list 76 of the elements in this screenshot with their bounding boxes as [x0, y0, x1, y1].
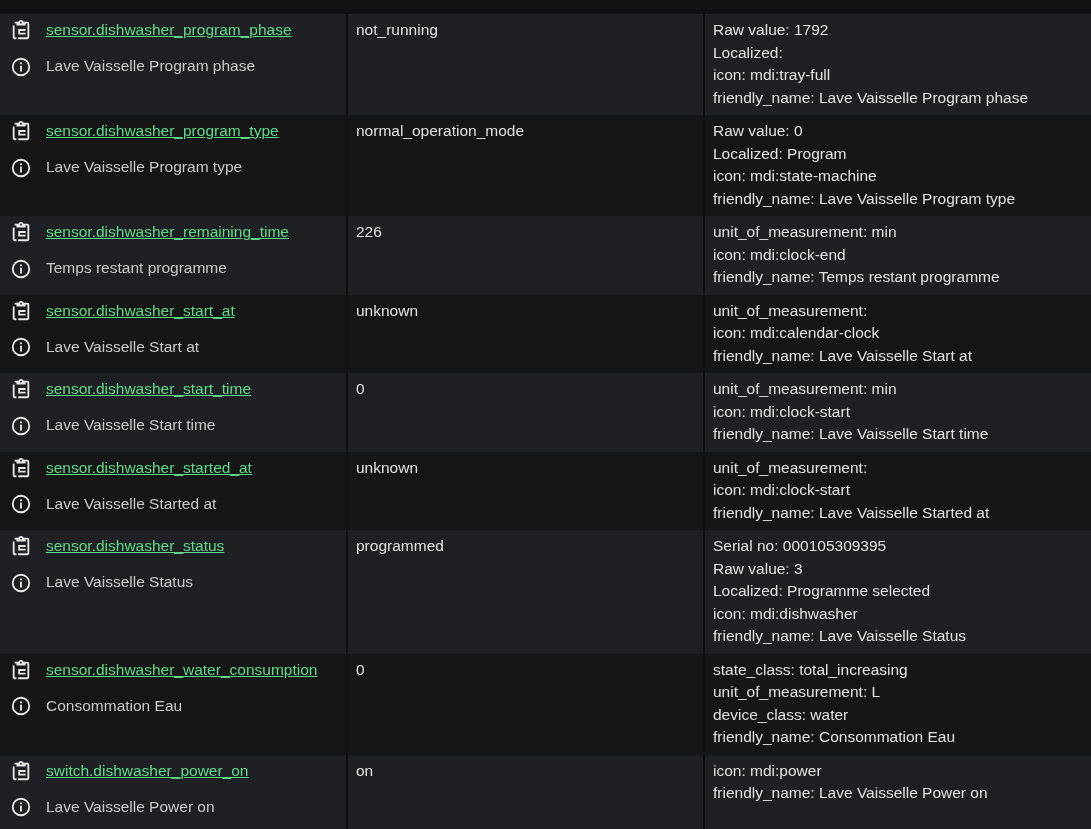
attribute-text: unit_of_measurement: min	[713, 222, 898, 242]
entity-id-link[interactable]: sensor.dishwasher_started_at	[46, 456, 252, 479]
state-value: unknown	[356, 300, 420, 321]
state-value: on	[356, 760, 375, 781]
attribute-text: Localized:	[713, 42, 784, 63]
state-value: 0	[356, 379, 366, 399]
clipboard-icon[interactable]	[10, 19, 32, 42]
attribute-text: Raw value: 0	[713, 121, 804, 141]
attribute-text: friendly_name: Lave Vaisselle Start time	[713, 424, 990, 444]
attribute-text: icon: mdi:state-machine	[713, 166, 878, 186]
attribute-text: Raw value: 3	[713, 558, 804, 579]
attribute-text: friendly_name: Temps restant programme	[713, 267, 1001, 287]
state-value: 226	[356, 222, 383, 242]
entity-id-link[interactable]: sensor.dishwasher_start_time	[46, 378, 252, 401]
attribute-text: Localized: Program	[713, 143, 848, 164]
entity-id-link[interactable]: sensor.dishwasher_start_at	[46, 299, 235, 322]
state-value: 0	[356, 659, 366, 680]
attribute-text: icon: mdi:clock-start	[713, 480, 851, 500]
entity-name: Lave Vaisselle Program type	[46, 157, 243, 178]
clipboard-icon[interactable]	[10, 378, 32, 401]
entity-name: Lave Vaisselle Start at	[46, 336, 200, 357]
entity-id-link[interactable]: sensor.dishwasher_remaining_time	[46, 221, 289, 244]
attribute-text: unit_of_measurement:	[713, 300, 869, 321]
clipboard-icon[interactable]	[10, 759, 32, 782]
attribute-text: unit_of_measurement: L	[713, 682, 882, 702]
attribute-text: friendly_name: Lave Vaisselle Power on	[713, 783, 989, 803]
attribute-text: icon: mdi:clock-start	[713, 401, 851, 422]
attribute-text: friendly_name: Lave Vaisselle Started at	[713, 502, 991, 523]
state-value: not_running	[356, 20, 439, 40]
attribute-text: icon: mdi:dishwasher	[713, 603, 859, 624]
info-icon[interactable]	[10, 414, 32, 437]
entity-name: Lave Vaisselle Program phase	[46, 56, 256, 77]
info-icon[interactable]	[10, 796, 32, 818]
state-value: unknown	[356, 457, 420, 478]
info-icon[interactable]	[10, 571, 32, 594]
entity-id-link[interactable]: sensor.dishwasher_program_type	[46, 120, 279, 143]
state-value: normal_operation_mode	[356, 121, 526, 141]
attribute-text: icon: mdi:tray-full	[713, 65, 832, 85]
entity-name: Lave Vaisselle Power on	[46, 796, 215, 817]
clipboard-icon[interactable]	[10, 299, 32, 322]
attribute-text: icon: mdi:power	[713, 760, 823, 781]
entity-id-link[interactable]: sensor.dishwasher_status	[46, 535, 225, 558]
attribute-text: friendly_name: Lave Vaisselle Program type	[713, 188, 1017, 209]
info-icon[interactable]	[10, 257, 32, 280]
attribute-text: friendly_name: Lave Vaisselle Program phase	[713, 87, 1030, 108]
entity-name: Lave Vaisselle Started at	[46, 493, 217, 514]
attribute-text: icon: mdi:calendar-clock	[713, 323, 881, 343]
attribute-text: device_class: water	[713, 704, 850, 725]
attribute-text: friendly_name: Lave Vaisselle Start at	[713, 345, 974, 366]
info-icon[interactable]	[10, 493, 32, 515]
clipboard-icon[interactable]	[10, 658, 32, 681]
attribute-text: icon: mdi:clock-end	[713, 244, 847, 265]
attribute-text: state_class: total_increasing	[713, 659, 909, 680]
attribute-text: friendly_name: Lave Vaisselle Status	[713, 626, 968, 646]
entity-name: Lave Vaisselle Status	[46, 572, 194, 593]
info-icon[interactable]	[10, 336, 32, 358]
attribute-text: Raw value: 1792	[713, 20, 830, 40]
entity-name: Consommation Eau	[46, 695, 183, 716]
entity-id-link[interactable]: switch.dishwasher_power_on	[46, 759, 249, 782]
info-icon[interactable]	[10, 156, 32, 179]
attribute-text: unit_of_measurement: min	[713, 379, 898, 399]
clipboard-icon[interactable]	[10, 535, 32, 558]
clipboard-icon[interactable]	[10, 456, 32, 479]
clipboard-icon[interactable]	[10, 120, 32, 143]
attribute-text: unit_of_measurement:	[713, 457, 869, 478]
attribute-text: Localized: Programme selected	[713, 581, 932, 601]
state-value: programmed	[356, 536, 445, 556]
entity-name: Lave Vaisselle Start time	[46, 415, 216, 436]
attribute-text: Serial no: 000105309395	[713, 536, 888, 556]
info-icon[interactable]	[10, 55, 32, 78]
entity-id-link[interactable]: sensor.dishwasher_program_phase	[46, 19, 292, 42]
attribute-text: friendly_name: Consommation Eau	[713, 727, 957, 747]
info-icon[interactable]	[10, 695, 32, 717]
entity-id-link[interactable]: sensor.dishwasher_water_consumption	[46, 658, 318, 681]
clipboard-icon[interactable]	[10, 221, 32, 244]
entity-name: Temps restant programme	[46, 258, 227, 279]
